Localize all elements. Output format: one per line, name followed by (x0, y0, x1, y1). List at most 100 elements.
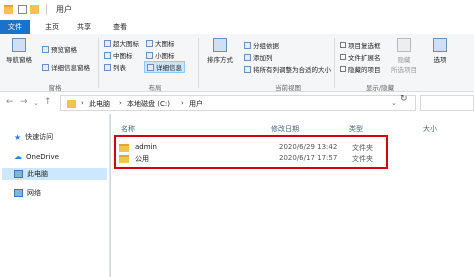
preview-pane-label: 预览窗格 (51, 46, 77, 54)
sort-by-label: 排序方式 (207, 56, 233, 64)
layout-item-label: 大图标 (155, 40, 175, 48)
recent-chevron-icon[interactable]: ⌄ (33, 99, 39, 107)
column-header-size[interactable]: 大小 (423, 124, 437, 134)
add-columns-button[interactable]: 添加列 (244, 52, 273, 62)
up-arrow-icon[interactable]: ↑ (44, 97, 52, 107)
title-divider (46, 4, 47, 15)
large-icons-icon (146, 39, 153, 47)
navigation-pane: ★ 快速访问 ☁ OneDrive 此电脑 网络 (0, 114, 110, 277)
hide-selected-label-2: 所选项目 (391, 66, 417, 74)
hide-selected-icon (397, 38, 411, 52)
pane-group-label: 窗格 (48, 84, 62, 92)
layout-extra-large-icons[interactable]: 超大图标 (104, 38, 139, 48)
address-dropdown-icon[interactable]: ⌄ (391, 99, 397, 107)
search-input[interactable] (420, 95, 474, 111)
nav-item-label: 网络 (27, 189, 41, 197)
details-icon (147, 63, 154, 71)
back-arrow-icon[interactable]: ← (6, 97, 14, 107)
folder-icon (4, 5, 13, 14)
breadcrumb-this-pc[interactable]: 此电脑 (89, 99, 110, 109)
nav-item-quick-access[interactable]: ★ 快速访问 (14, 132, 53, 142)
group-divider (98, 38, 99, 88)
layout-medium-icons[interactable]: 中图标 (104, 50, 133, 60)
breadcrumb-separator: › (119, 99, 122, 107)
properties-icon[interactable] (18, 5, 27, 14)
file-extensions-toggle[interactable]: 文件扩展名 (340, 52, 381, 62)
column-header-modified[interactable]: 修改日期 (271, 124, 299, 134)
layout-details[interactable]: 详细信息 (144, 61, 185, 73)
add-columns-label: 添加列 (253, 54, 273, 62)
layout-item-label: 列表 (113, 64, 126, 72)
nav-item-label: 此电脑 (27, 170, 48, 178)
layout-group-label: 布局 (148, 84, 162, 92)
tab-view[interactable]: 查看 (106, 20, 134, 34)
current-view-group-label: 当前视图 (275, 84, 301, 92)
nav-item-this-pc[interactable]: 此电脑 (2, 168, 107, 180)
file-extensions-label: 文件扩展名 (348, 54, 381, 62)
options-icon (433, 38, 447, 52)
preview-pane-icon (42, 45, 49, 53)
sort-icon (213, 38, 227, 52)
highlight-box (114, 135, 388, 169)
nav-item-label: 快速访问 (25, 133, 54, 141)
layout-list[interactable]: 列表 (104, 62, 126, 72)
nav-item-network[interactable]: 网络 (14, 188, 41, 198)
details-pane-icon (42, 63, 49, 71)
tab-home[interactable]: 主页 (38, 20, 66, 34)
ribbon-tabs: 文件 主页 共享 查看 (0, 20, 474, 34)
layout-item-label: 超大图标 (113, 40, 139, 48)
breadcrumb-local-disk[interactable]: 本地磁盘 (C:) (127, 99, 170, 109)
fit-columns-label: 将所有列调整为合适的大小 (253, 66, 331, 74)
group-by-icon (244, 41, 251, 49)
medium-icons-icon (104, 51, 111, 59)
show-hide-group-label: 显示/隐藏 (365, 84, 395, 92)
refresh-icon[interactable]: ↻ (400, 94, 408, 104)
title-bar: 用户 (0, 0, 474, 20)
preview-pane-button[interactable]: 预览窗格 (42, 44, 77, 54)
options-label: 选项 (433, 56, 447, 64)
address-row: ← → ⌄ ↑ › 此电脑 › 本地磁盘 (C:) › 用户 ⌄ ↻ (0, 92, 474, 114)
hidden-items-label: 隐藏的项目 (348, 66, 381, 74)
window-title: 用户 (56, 5, 72, 14)
group-divider (198, 38, 199, 88)
sort-by-button[interactable]: 排序方式 (202, 38, 238, 64)
column-header-name[interactable]: 名称 (121, 124, 135, 134)
new-folder-icon[interactable] (30, 5, 39, 14)
layout-item-label: 详细信息 (156, 64, 182, 72)
options-button[interactable]: 选项 (428, 38, 452, 64)
tab-file[interactable]: 文件 (0, 20, 30, 34)
group-by-button[interactable]: 分组依据 (244, 40, 279, 50)
hide-selected-label: 隐藏 (397, 56, 411, 64)
extra-large-icons-icon (104, 39, 111, 47)
network-icon (14, 189, 23, 197)
hide-selected-button[interactable]: 隐藏 所选项目 (388, 38, 420, 74)
layout-item-label: 中图标 (113, 52, 133, 60)
tab-share[interactable]: 共享 (70, 20, 98, 34)
nav-item-label: OneDrive (26, 152, 59, 161)
fit-columns-button[interactable]: 将所有列调整为合适的大小 (244, 64, 331, 74)
details-pane-button[interactable]: 详细信息窗格 (42, 62, 90, 72)
hidden-items-toggle[interactable]: 隐藏的项目 (340, 64, 381, 74)
nav-item-onedrive[interactable]: ☁ OneDrive (14, 152, 59, 161)
item-checkboxes-toggle[interactable]: 项目复选框 (340, 40, 381, 50)
add-columns-icon (244, 53, 251, 61)
list-icon (104, 63, 111, 71)
layout-large-icons[interactable]: 大图标 (146, 38, 175, 48)
nav-pane-label: 导航窗格 (6, 56, 32, 64)
column-header-type[interactable]: 类型 (349, 124, 363, 134)
address-bar[interactable]: › 此电脑 › 本地磁盘 (C:) › 用户 ⌄ (60, 95, 416, 111)
folder-icon (67, 100, 76, 108)
item-checkboxes-label: 项目复选框 (348, 42, 381, 50)
breadcrumb-users[interactable]: 用户 (189, 99, 203, 109)
checkbox-icon (340, 54, 346, 60)
layout-item-label: 小图标 (155, 52, 175, 60)
nav-pane-button[interactable]: 导航窗格 (4, 38, 34, 64)
layout-small-icons[interactable]: 小图标 (146, 50, 175, 60)
breadcrumb-separator: › (181, 99, 184, 107)
checkbox-icon (340, 42, 346, 48)
forward-arrow-icon[interactable]: → (20, 97, 28, 107)
small-icons-icon (146, 51, 153, 59)
fit-columns-icon (244, 65, 251, 73)
details-pane-label: 详细信息窗格 (51, 64, 90, 72)
ribbon: 导航窗格 预览窗格 详细信息窗格 窗格 超大图标 大图标 中图标 小图标 列表 … (0, 34, 474, 92)
